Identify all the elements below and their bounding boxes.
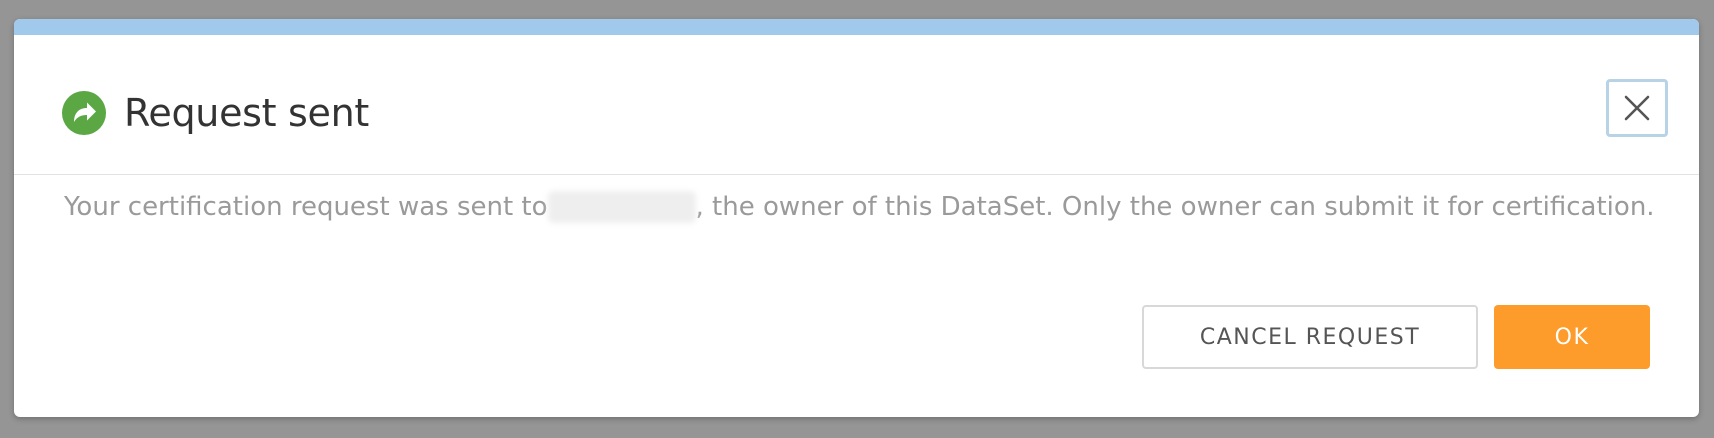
close-icon — [1624, 95, 1650, 121]
message-text-start: Your certification request was sent to — [64, 192, 548, 222]
close-button[interactable] — [1606, 79, 1668, 137]
cancel-request-button[interactable]: CANCEL REQUEST — [1142, 305, 1478, 369]
share-arrow-icon — [62, 91, 106, 135]
redacted-owner-name — [547, 191, 696, 223]
ok-button[interactable]: OK — [1494, 305, 1650, 369]
dialog-accent-bar — [14, 19, 1699, 35]
dialog-header: Request sent — [14, 35, 1699, 175]
message-text-end: , the owner of this DataSet. Only the ow… — [695, 192, 1655, 222]
dialog-title: Request sent — [124, 91, 369, 135]
request-sent-dialog: Request sent Your certification request … — [14, 19, 1699, 417]
dialog-message: Your certification request was sent to , … — [64, 187, 1684, 227]
